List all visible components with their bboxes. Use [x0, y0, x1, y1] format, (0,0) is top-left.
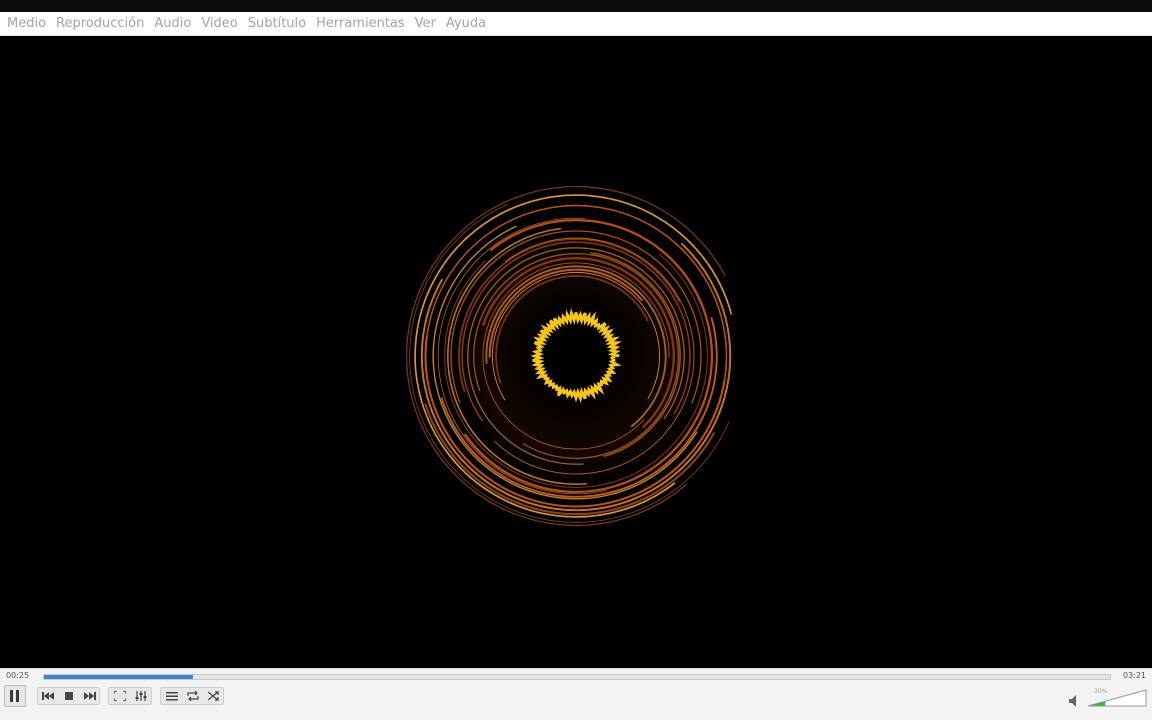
menu-audio[interactable]: Audio: [149, 12, 196, 36]
playlist-icon: [166, 692, 178, 701]
volume-icon[interactable]: [1069, 695, 1079, 707]
visualizer-rings: [406, 186, 746, 526]
menu-subtitulo[interactable]: Subtítulo: [243, 12, 311, 36]
next-icon: [84, 692, 96, 700]
playlist-button[interactable]: [163, 687, 181, 705]
seek-bar[interactable]: [43, 674, 1111, 680]
total-time: 03:21: [1122, 671, 1146, 680]
next-button[interactable]: [81, 687, 99, 705]
extended-settings-icon: [135, 691, 147, 701]
elapsed-time: 00:25: [6, 671, 30, 680]
pause-button[interactable]: [4, 685, 26, 707]
stop-button[interactable]: [60, 687, 78, 705]
menu-bar: Medio Reproducción Audio Video Subtítulo…: [0, 12, 1152, 36]
menu-ayuda[interactable]: Ayuda: [441, 12, 491, 36]
stop-icon: [65, 692, 73, 700]
menu-reproduccion[interactable]: Reproducción: [51, 12, 149, 36]
pause-icon: [10, 690, 19, 702]
volume-percent: 30%: [1094, 688, 1108, 695]
shuffle-icon: [208, 691, 219, 701]
control-bar: 00:25 03:21: [0, 668, 1152, 720]
seek-bar-progress: [44, 675, 194, 679]
shuffle-button[interactable]: [205, 687, 223, 705]
fullscreen-button[interactable]: [111, 687, 129, 705]
window-title-strip: [0, 0, 1152, 12]
menu-medio[interactable]: Medio: [2, 12, 51, 36]
video-display[interactable]: [0, 36, 1152, 668]
loop-icon: [187, 691, 199, 701]
previous-icon: [42, 692, 54, 700]
menu-herramientas[interactable]: Herramientas: [311, 12, 410, 36]
audio-visualizer: [406, 186, 746, 526]
previous-button[interactable]: [39, 687, 57, 705]
loop-button[interactable]: [184, 687, 202, 705]
extended-settings-button[interactable]: [132, 687, 150, 705]
fullscreen-icon: [114, 691, 126, 701]
menu-ver[interactable]: Ver: [410, 12, 441, 36]
menu-video[interactable]: Video: [196, 12, 242, 36]
